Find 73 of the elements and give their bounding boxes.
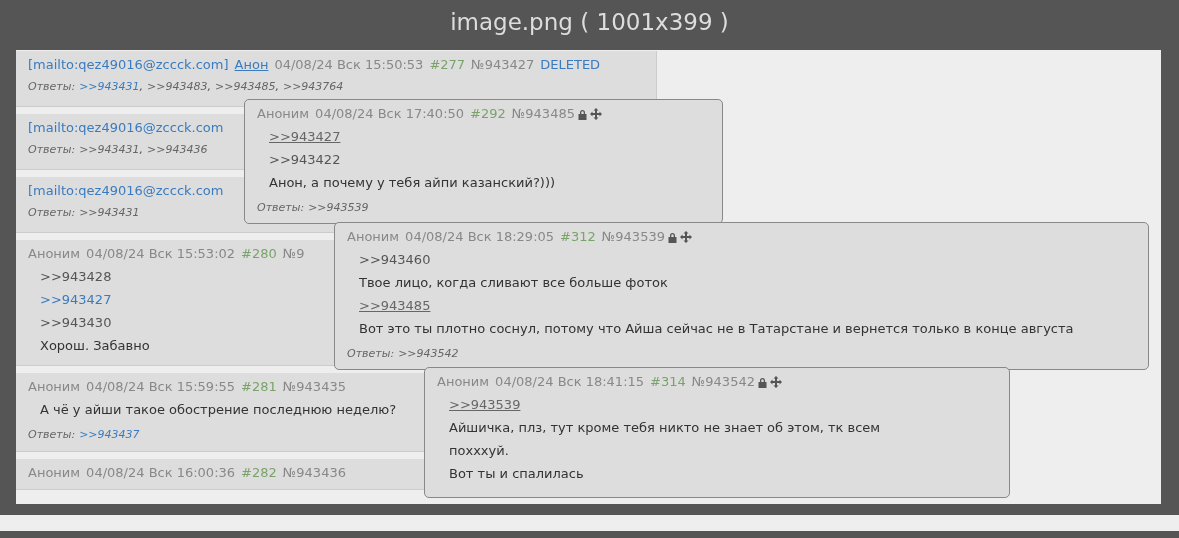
quote-link[interactable]: >>943422 — [269, 152, 341, 167]
post-date: 04/08/24 Вск 18:41:15 — [495, 373, 645, 391]
post-id-link[interactable]: №9 — [282, 243, 305, 265]
post-text: Айшичка, плз, тут кроме тебя никто не знает об этом, тк всем похххуй. — [449, 420, 881, 458]
replies-label: Ответы: — [28, 205, 76, 221]
post-number: #292 — [470, 105, 506, 123]
post-text: Анон, а почему у тебя айпи казанский?))) — [269, 175, 556, 190]
poster-name: Аноним — [437, 373, 490, 391]
email-link[interactable]: [mailto:qez49016@zccck.com — [28, 180, 224, 202]
reply-link[interactable]: >>943542 — [398, 347, 459, 360]
deleted-label: DELETED — [540, 56, 601, 74]
post-text: Твое лицо, когда сливают все больше фоток — [359, 275, 668, 290]
post-date: 04/08/24 Вск 15:53:02 — [86, 245, 236, 263]
reply-link[interactable]: >>943436 — [147, 143, 208, 156]
post-id-link[interactable]: №943539 — [601, 226, 665, 248]
post-date: 04/08/24 Вск 17:40:50 — [315, 105, 465, 123]
post-number: #282 — [241, 464, 277, 482]
poster-name-link[interactable]: Анон — [234, 54, 269, 76]
separator: , — [139, 80, 144, 93]
move-icon[interactable] — [679, 231, 692, 243]
email-link[interactable]: [mailto:qez49016@zccck.com] — [28, 54, 229, 76]
post-number: #314 — [650, 373, 686, 391]
move-icon[interactable] — [769, 376, 782, 388]
quote-link[interactable]: >>943428 — [40, 269, 112, 284]
replies-label: Ответы: — [257, 200, 305, 216]
reply-link[interactable]: >>943764 — [282, 80, 344, 93]
lock-icon[interactable] — [576, 108, 588, 120]
post-text: Вот ты и спалилась — [449, 466, 584, 481]
reply-link[interactable]: >>943483 — [147, 80, 208, 93]
post-text: А чё у айши такое обострение последнюю неделю? — [40, 402, 397, 417]
post-date: 04/08/24 Вск 18:29:05 — [405, 228, 555, 246]
poster-name: Аноним — [28, 245, 81, 263]
post-id-link[interactable]: №943435 — [282, 376, 346, 398]
lock-icon[interactable] — [666, 231, 678, 243]
reply-link[interactable]: >>943431 — [79, 206, 140, 219]
post-date: 04/08/24 Вск 15:50:53 — [274, 56, 424, 74]
separator: , — [139, 143, 144, 156]
replies-label: Ответы: — [28, 427, 76, 443]
image-title: image.png ( 1001x399 ) — [450, 8, 729, 36]
post-id-link[interactable]: №943542 — [691, 371, 755, 393]
quote-link[interactable]: >>943460 — [359, 252, 431, 267]
quote-link[interactable]: >>943427 — [269, 129, 341, 144]
post-number: #277 — [429, 56, 466, 74]
quote-link[interactable]: >>943539 — [449, 397, 521, 412]
post-number: #280 — [241, 245, 277, 263]
post-number: #281 — [241, 378, 277, 396]
post-text: Вот это ты плотно соснул, потому что Айша сейчас не в Татарстане и вернется только в конце августа — [359, 321, 1074, 336]
post-text: Хорош. Забавно — [40, 338, 150, 353]
poster-name: Аноним — [347, 228, 400, 246]
poster-name: Аноним — [257, 105, 310, 123]
post-id-link[interactable]: №943427 — [471, 54, 535, 76]
quote-link[interactable]: >>943427 — [40, 292, 112, 307]
post-date: 04/08/24 Вск 16:00:36 — [86, 464, 236, 482]
separator: , — [275, 80, 279, 93]
separator: , — [207, 80, 211, 93]
post-id-link[interactable]: №943436 — [282, 462, 346, 484]
move-icon[interactable] — [589, 108, 602, 120]
email-link[interactable]: [mailto:qez49016@zccck.com — [28, 117, 224, 139]
post-id-link[interactable]: №943485 — [511, 103, 575, 125]
quote-link[interactable]: >>943485 — [359, 298, 431, 313]
post-number: #312 — [560, 228, 596, 246]
reply-link[interactable]: >>943431 — [79, 80, 140, 93]
poster-name: Аноним — [28, 464, 81, 482]
replies-label: Ответы: — [28, 142, 76, 158]
lock-icon[interactable] — [756, 376, 768, 388]
poster-name: Аноним — [28, 378, 81, 396]
quote-link[interactable]: >>943430 — [40, 315, 112, 330]
replies-label: Ответы: — [28, 79, 76, 95]
reply-link[interactable]: >>943539 — [308, 201, 369, 214]
post-date: 04/08/24 Вск 15:59:55 — [86, 378, 236, 396]
replies-label: Ответы: — [347, 346, 395, 362]
reply-link[interactable]: >>943431 — [79, 143, 140, 156]
reply-link[interactable]: >>943437 — [79, 428, 140, 441]
